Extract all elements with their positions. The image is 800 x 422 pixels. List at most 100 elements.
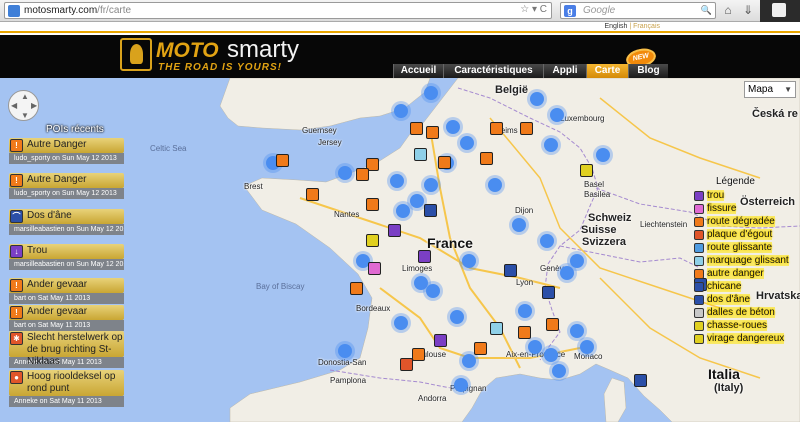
poi-item[interactable]: ⌒ Dos d'âne marsilleabastien on Sun May 1… (9, 209, 124, 235)
map-cluster[interactable] (488, 178, 502, 192)
map-cluster[interactable] (396, 204, 410, 218)
lang-english[interactable]: English (604, 23, 627, 30)
map-cluster[interactable] (570, 324, 584, 338)
nav-appli[interactable]: Appli (543, 64, 586, 78)
map-marker-danger[interactable] (474, 342, 487, 355)
poi-item[interactable]: ! Ander gevaar bart on Sat May 11 2013 (9, 305, 124, 331)
map-marker-danger[interactable] (412, 348, 425, 361)
home-icon[interactable]: ⌂ (720, 2, 736, 19)
map-marker-speedbump[interactable] (634, 374, 647, 387)
map-cluster[interactable] (460, 136, 474, 150)
map-cluster[interactable] (596, 148, 610, 162)
poi-meta: ludo_sporty on Sun May 12 2013 (9, 153, 124, 164)
map-cluster[interactable] (462, 354, 476, 368)
search-go-icon[interactable]: 🔍 (701, 5, 712, 16)
legend-row: fissure (694, 202, 784, 215)
map-cluster[interactable] (544, 348, 558, 362)
poi-meta: bart on Sat May 11 2013 (9, 293, 124, 304)
logo-smarty[interactable]: smarty (227, 36, 299, 64)
download-icon[interactable]: ⇓ (740, 2, 756, 19)
map-cluster[interactable] (338, 166, 352, 180)
map-cluster[interactable] (580, 340, 594, 354)
search-engine-icon[interactable]: g (564, 4, 576, 17)
map-marker-speedbump[interactable] (542, 286, 555, 299)
map-cluster[interactable] (410, 194, 424, 208)
map-cluster[interactable] (530, 92, 544, 106)
map-cluster[interactable] (550, 108, 564, 122)
map-marker-danger[interactable] (520, 122, 533, 135)
poi-item[interactable]: ! Autre Danger ludo_sporty on Sun May 12 … (9, 138, 124, 164)
search-bar[interactable]: g Google 🔍 (560, 2, 716, 19)
map-cluster[interactable] (518, 304, 532, 318)
map-cluster[interactable] (338, 344, 352, 358)
map-marker-pothole[interactable] (418, 250, 431, 263)
lang-french[interactable]: Français (633, 23, 660, 30)
map-marker-slippery[interactable] (414, 148, 427, 161)
legend-row: trou (694, 189, 784, 202)
map-marker-danger[interactable] (490, 122, 503, 135)
logo-moto[interactable]: MOTO (156, 39, 219, 63)
map-canvas[interactable]: France België Schweiz Suisse Svizzera It… (0, 78, 800, 422)
map-marker-danger[interactable] (366, 198, 379, 211)
map-marker-danger[interactable] (426, 126, 439, 139)
nav-caracteristiques[interactable]: Caractéristiques (443, 64, 543, 78)
map-marker-danger[interactable] (350, 282, 363, 295)
map-pan-control[interactable]: ▲ ▼ ◀ ▶ (8, 90, 39, 121)
bookmark-star-icon[interactable]: ☆ ▾ C (520, 4, 547, 15)
map-cluster[interactable] (390, 174, 404, 188)
map-marker-warning[interactable] (366, 234, 379, 247)
map-marker-slippery[interactable] (490, 322, 503, 335)
danger-icon: ! (10, 306, 23, 319)
map-marker-speedbump[interactable] (504, 264, 517, 277)
map-marker-danger[interactable] (438, 156, 451, 169)
map-cluster[interactable] (540, 234, 554, 248)
map-marker-manhole[interactable] (400, 358, 413, 371)
nav-accueil[interactable]: Accueil (393, 64, 443, 78)
map-cluster[interactable] (570, 254, 584, 268)
danger-icon (694, 268, 704, 279)
map-marker-danger[interactable] (546, 318, 559, 331)
map-cluster[interactable] (454, 378, 468, 392)
poi-item[interactable]: ! Ander gevaar bart on Sat May 11 2013 (9, 278, 124, 304)
map-cluster[interactable] (512, 218, 526, 232)
window-controls[interactable] (760, 0, 800, 22)
map-marker-danger[interactable] (276, 154, 289, 167)
map-cluster[interactable] (528, 340, 542, 354)
map-cluster[interactable] (446, 120, 460, 134)
map-marker-danger[interactable] (480, 152, 493, 165)
map-cluster[interactable] (544, 138, 558, 152)
map-marker-danger[interactable] (306, 188, 319, 201)
poi-item[interactable]: ↓ Trou marsilleabastien on Sun May 12 201… (9, 244, 124, 270)
map-cluster[interactable] (394, 104, 408, 118)
map-cluster[interactable] (552, 364, 566, 378)
poi-item[interactable]: ● Hoog riooldeksel op rond punt Anneke on… (9, 370, 124, 407)
map-marker-danger[interactable] (356, 168, 369, 181)
speed-bump-icon: ⌒ (10, 210, 23, 223)
map-label-france: France (427, 235, 473, 251)
map-type-select[interactable]: Mapa ▼ (744, 81, 796, 98)
pothole-icon (694, 190, 704, 201)
map-cluster[interactable] (560, 266, 574, 280)
map-marker-danger[interactable] (410, 122, 423, 135)
map-marker-crack[interactable] (368, 262, 381, 275)
map-cluster[interactable] (450, 310, 464, 324)
url-bar[interactable]: motosmarty.com/fr/carte ☆ ▾ C (4, 2, 552, 19)
map-cluster[interactable] (462, 254, 476, 268)
chevron-down-icon: ▼ (784, 85, 792, 94)
poi-item[interactable]: ! Autre Danger ludo_sporty on Sun May 12 … (9, 173, 124, 199)
map-marker-pothole[interactable] (434, 334, 447, 347)
map-label-pamplona: Pamplona (330, 376, 367, 385)
poi-item[interactable]: ✱ Slecht herstelwerk op de brug richting … (9, 331, 124, 368)
map-marker-speedbump[interactable] (424, 204, 437, 217)
nav-carte[interactable]: Carte (586, 64, 628, 78)
map-cluster[interactable] (394, 316, 408, 330)
nav-blog[interactable]: Blog (628, 64, 668, 78)
map-cluster[interactable] (424, 178, 438, 192)
map-marker-danger[interactable] (518, 326, 531, 339)
logo-helmet-icon[interactable] (120, 38, 152, 71)
map-marker-pothole[interactable] (388, 224, 401, 237)
map-cluster[interactable] (426, 284, 440, 298)
map-cluster[interactable] (424, 86, 438, 100)
poi-meta: marsilleabastien on Sun May 12 2013 (9, 259, 124, 270)
map-marker-warning[interactable] (580, 164, 593, 177)
